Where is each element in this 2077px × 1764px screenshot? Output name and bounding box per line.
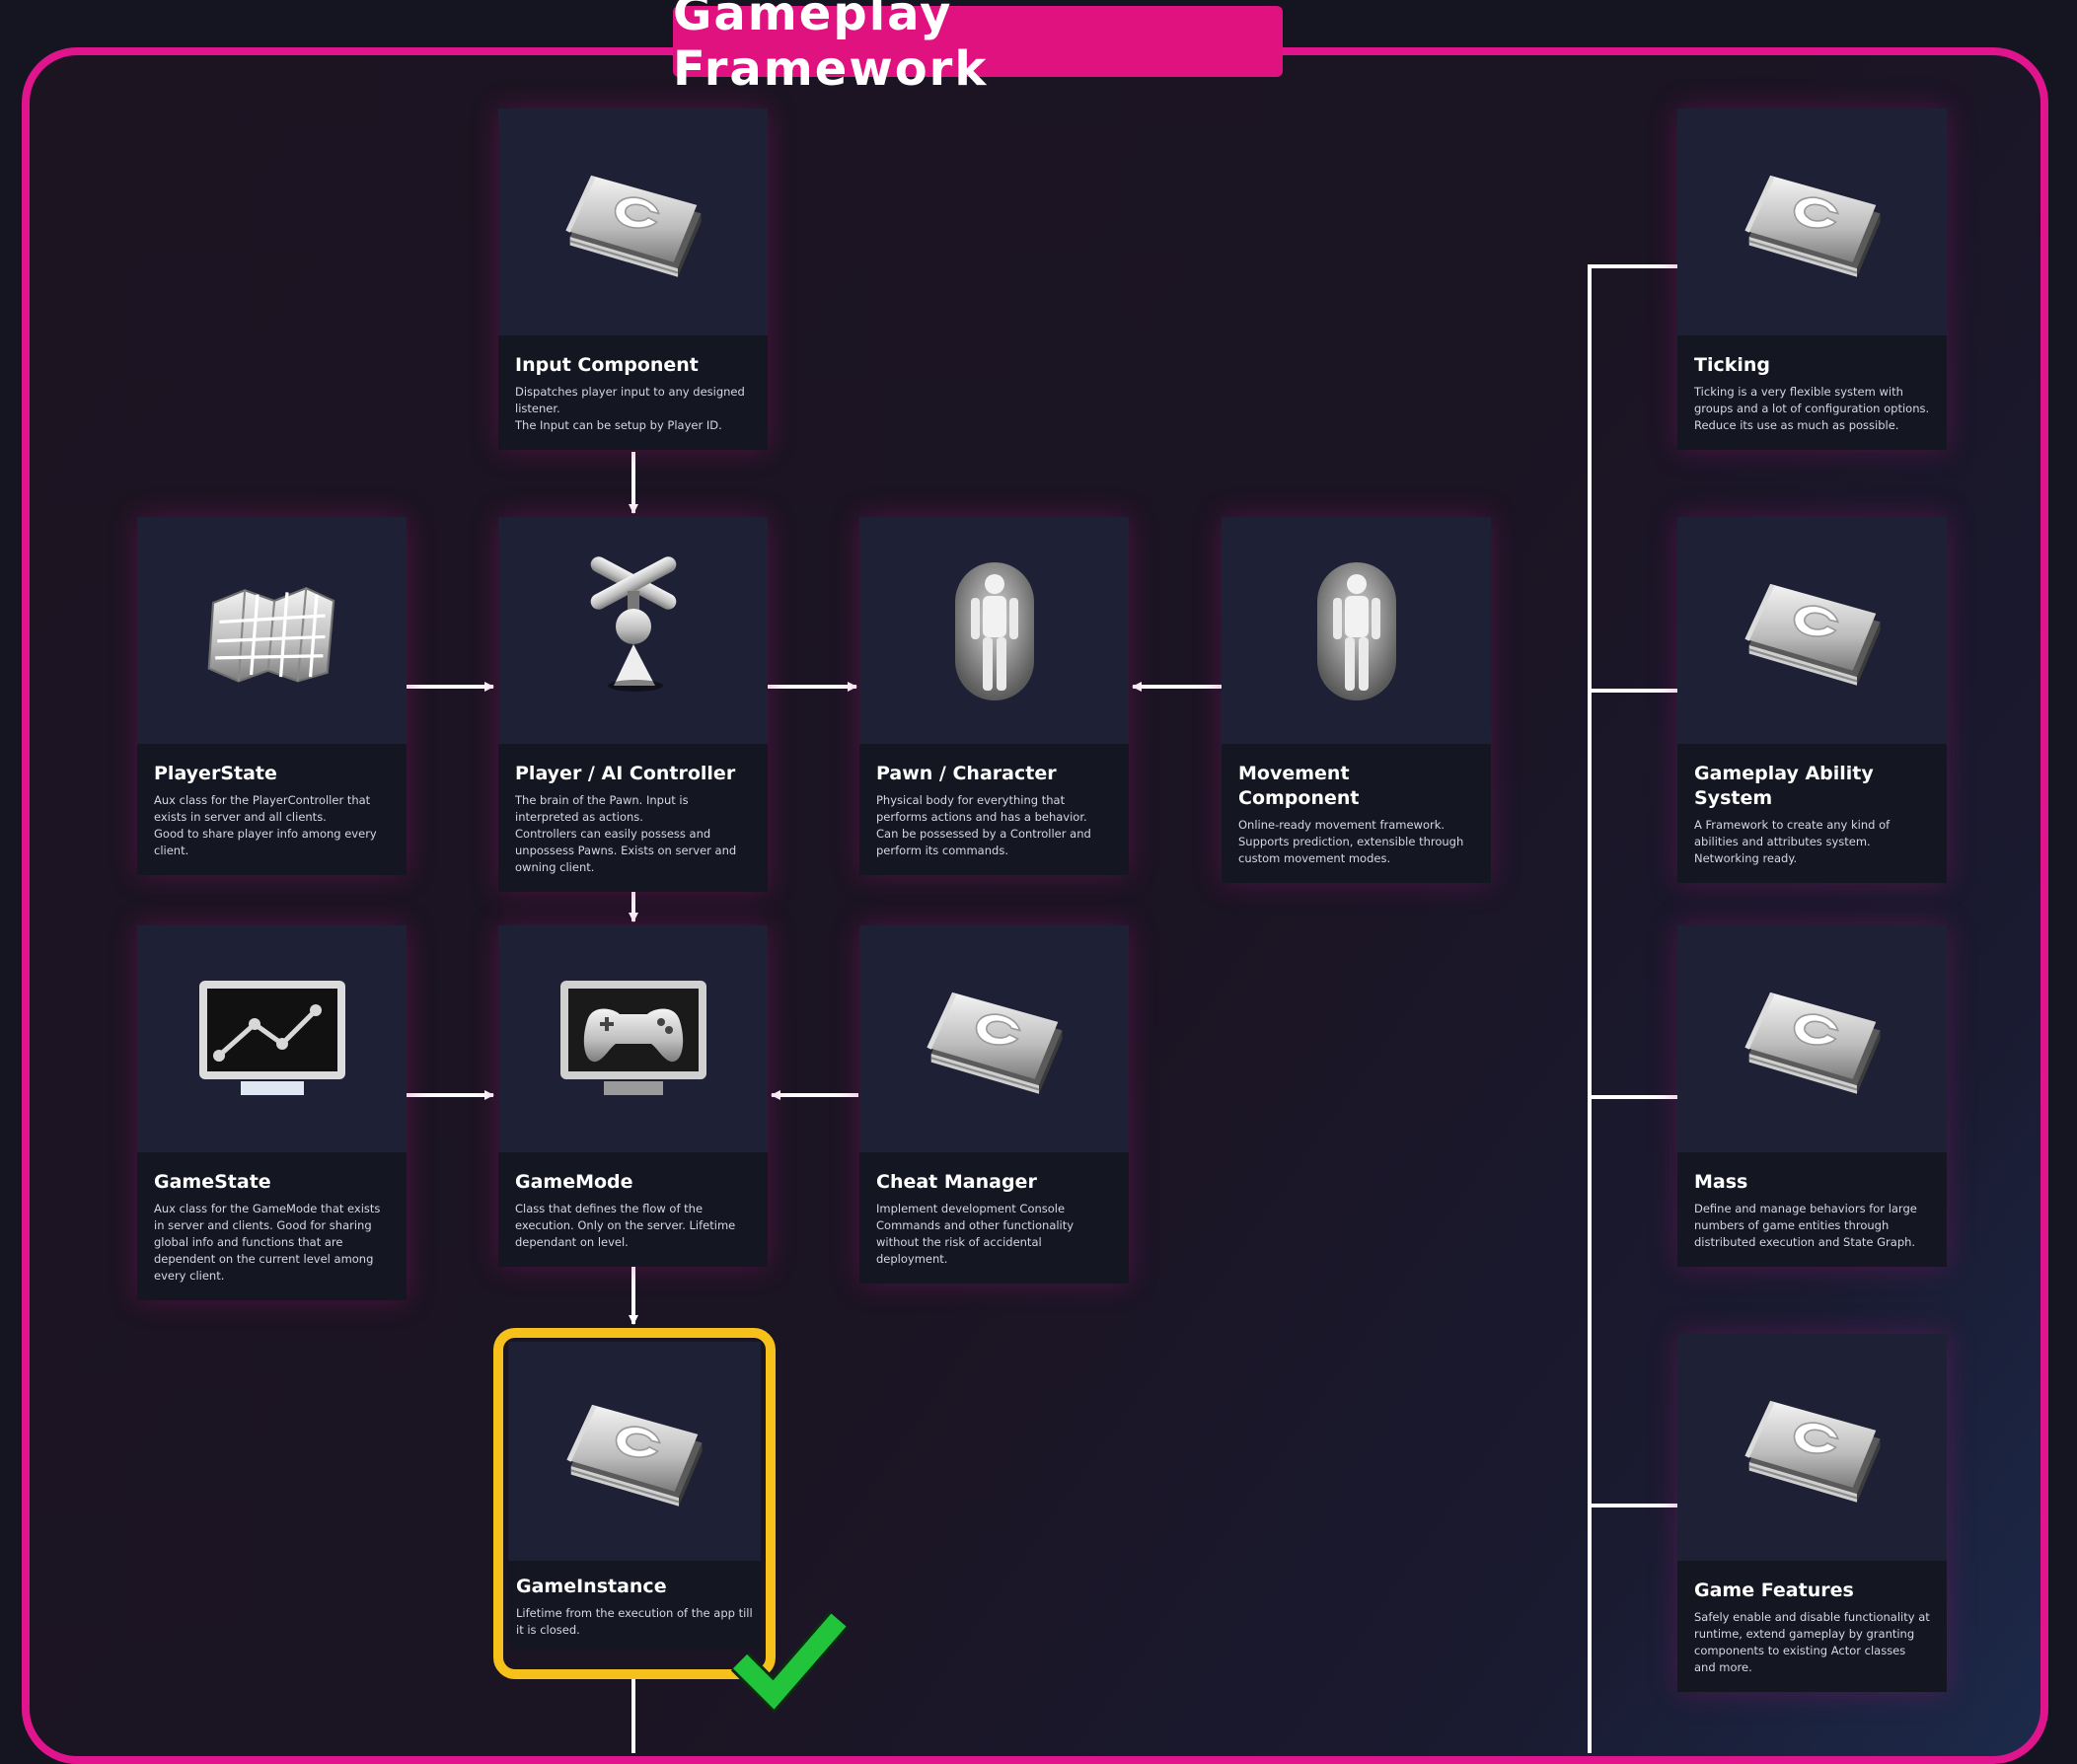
card-cheat-manager[interactable]: Cheat Manager Implement development Cons… bbox=[859, 925, 1129, 1284]
card-description: A Framework to create any kind of abilit… bbox=[1694, 818, 1891, 865]
title-banner: Gameplay Framework bbox=[673, 0, 1283, 97]
map-icon bbox=[198, 566, 346, 695]
card-title: Input Component bbox=[515, 354, 699, 376]
cpp-book-icon bbox=[1739, 158, 1887, 286]
card-pawn[interactable]: Pawn / Character Physical body for every… bbox=[859, 517, 1129, 875]
cpp-book-icon bbox=[921, 975, 1069, 1103]
character-icon bbox=[1307, 554, 1406, 706]
monitor-graph-icon bbox=[193, 975, 351, 1103]
character-icon bbox=[945, 554, 1044, 706]
card-description: Implement development Console Commands a… bbox=[876, 1202, 1075, 1266]
checkmark-icon bbox=[730, 1611, 849, 1713]
card-title: Movement Component bbox=[1238, 763, 1360, 809]
card-description: Safely enable and disable functionality … bbox=[1694, 1610, 1930, 1674]
cpp-book-icon bbox=[1739, 975, 1887, 1103]
controller-icon bbox=[564, 556, 703, 704]
page-title: Gameplay Framework bbox=[673, 0, 989, 97]
cpp-book-icon bbox=[559, 158, 707, 286]
card-title: Mass bbox=[1694, 1171, 1748, 1193]
cpp-book-icon bbox=[1739, 566, 1887, 695]
card-description: Online-ready movement framework. Support… bbox=[1238, 818, 1464, 865]
card-movement-component[interactable]: Movement Component Online-ready movement… bbox=[1222, 517, 1491, 883]
card-gamemode[interactable]: GameMode Class that defines the flow of … bbox=[498, 925, 768, 1267]
card-playerstate[interactable]: PlayerState Aux class for the PlayerCont… bbox=[137, 517, 407, 875]
card-controller[interactable]: Player / AI Controller The brain of the … bbox=[498, 517, 768, 892]
card-gamestate[interactable]: GameState Aux class for the GameMode tha… bbox=[137, 925, 407, 1300]
card-description: Dispatches player input to any designed … bbox=[515, 385, 745, 432]
card-description: Physical body for everything that perfor… bbox=[876, 793, 1091, 857]
card-title: PlayerState bbox=[154, 763, 277, 784]
card-title: Pawn / Character bbox=[876, 763, 1057, 784]
card-description: Aux class for the GameMode that exists i… bbox=[154, 1202, 381, 1283]
cpp-book-icon bbox=[1739, 1383, 1887, 1511]
card-gameplay-ability-system[interactable]: Gameplay Ability System A Framework to c… bbox=[1677, 517, 1947, 883]
card-description: The brain of the Pawn. Input is interpre… bbox=[515, 793, 737, 874]
card-title: Gameplay Ability System bbox=[1694, 763, 1874, 809]
card-description: Class that defines the flow of the execu… bbox=[515, 1202, 736, 1249]
card-game-features[interactable]: Game Features Safely enable and disable … bbox=[1677, 1334, 1947, 1692]
card-title: Game Features bbox=[1694, 1580, 1854, 1601]
card-title: Cheat Manager bbox=[876, 1171, 1037, 1193]
card-ticking[interactable]: Ticking Ticking is a very flexible syste… bbox=[1677, 109, 1947, 450]
card-description: Aux class for the PlayerController that … bbox=[154, 793, 377, 857]
card-title: Ticking bbox=[1694, 354, 1771, 376]
card-mass[interactable]: Mass Define and manage behaviors for lar… bbox=[1677, 925, 1947, 1267]
card-title: Player / AI Controller bbox=[515, 763, 736, 784]
card-input-component[interactable]: Input Component Dispatches player input … bbox=[498, 109, 768, 450]
card-title: GameState bbox=[154, 1171, 271, 1193]
gamepad-monitor-icon bbox=[555, 975, 712, 1103]
card-description: Ticking is a very flexible system with g… bbox=[1694, 385, 1930, 432]
card-description: Define and manage behaviors for large nu… bbox=[1694, 1202, 1917, 1249]
card-title: GameMode bbox=[515, 1171, 633, 1193]
